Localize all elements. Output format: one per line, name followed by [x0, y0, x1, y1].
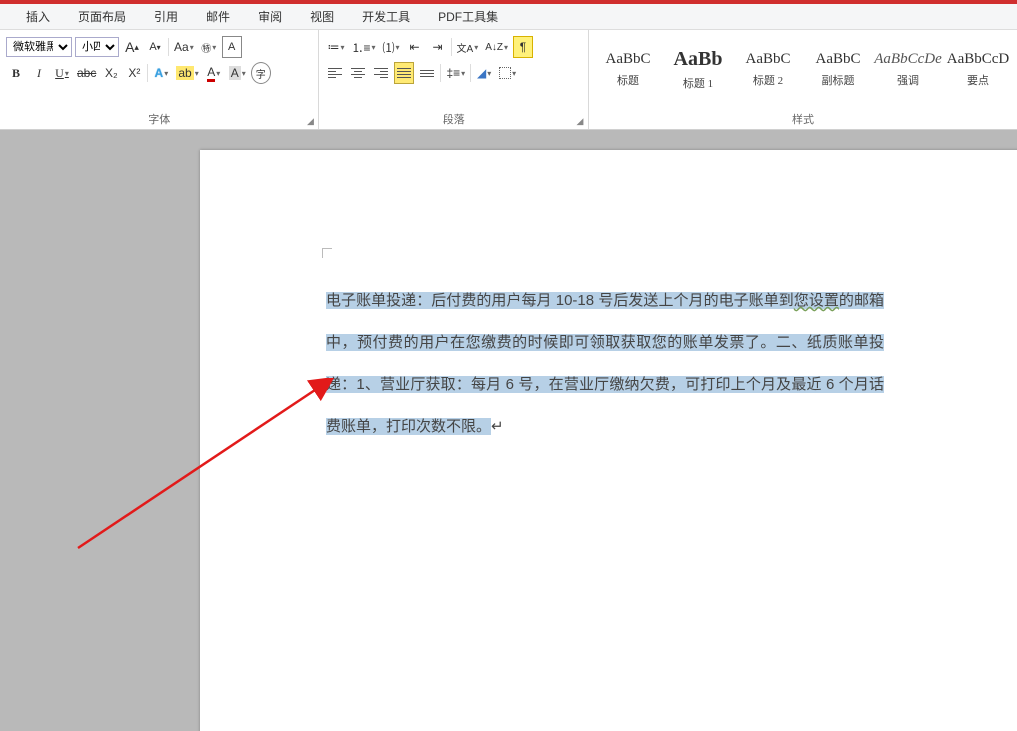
menu-mailings[interactable]: 邮件 [192, 4, 244, 29]
menu-review[interactable]: 审阅 [244, 4, 296, 29]
line-spacing-icon: ‡≡ [446, 66, 460, 80]
style-emphasis[interactable]: AaBbCcDe 强调 [875, 39, 941, 99]
ribbon: 微软雅黑 小四 A▴ A▾ Aa ㊕ A B I U abc X₂ X² [0, 30, 1017, 130]
align-right-icon [374, 68, 388, 78]
menu-page-layout[interactable]: 页面布局 [64, 4, 140, 29]
font-family-select[interactable]: 微软雅黑 [6, 37, 72, 57]
text-direction-button[interactable]: 文A [455, 36, 481, 58]
align-left-icon [328, 68, 342, 78]
style-points[interactable]: AaBbCcD 要点 [945, 39, 1011, 99]
distribute-icon [420, 70, 434, 77]
italic-button[interactable]: I [29, 62, 49, 84]
style-heading-2[interactable]: AaBbC 标题 2 [735, 39, 801, 99]
menu-insert[interactable]: 插入 [12, 4, 64, 29]
outdent-icon: ⇤ [410, 40, 420, 54]
font-group-label: 字体 [6, 111, 312, 127]
underline-button[interactable]: U [52, 62, 72, 84]
multilevel-icon: ⑴ [383, 39, 395, 56]
show-marks-button[interactable]: ¶ [513, 36, 533, 58]
align-justify-icon [397, 68, 411, 78]
align-center-button[interactable] [348, 62, 368, 84]
style-heading-1[interactable]: AaBb 标题 1 [665, 39, 731, 99]
character-shading-button[interactable]: A [227, 62, 248, 84]
character-border-button[interactable]: A [222, 36, 242, 58]
menu-references[interactable]: 引用 [140, 4, 192, 29]
line-spacing-button[interactable]: ‡≡ [444, 62, 467, 84]
document-body-text[interactable]: 电子账单投递：后付费的用户每月 10-18 号后发送上个月的电子账单到您设置的邮… [326, 280, 884, 448]
decrease-font-button[interactable]: A▾ [145, 36, 165, 58]
highlight-color-button[interactable]: ab [174, 62, 200, 84]
superscript-button[interactable]: X² [124, 62, 144, 84]
styles-gallery: AaBbC 标题 AaBb 标题 1 AaBbC 标题 2 AaBbC 副标题 … [595, 34, 1011, 104]
selected-text-line1b-wavy: 您设置 [794, 292, 839, 309]
ribbon-group-font: 微软雅黑 小四 A▴ A▾ Aa ㊕ A B I U abc X₂ X² [0, 30, 319, 129]
document-workspace: 电子账单投递：后付费的用户每月 10-18 号后发送上个月的电子账单到您设置的邮… [0, 130, 1017, 731]
align-justify-button[interactable] [394, 62, 414, 84]
borders-button[interactable] [497, 62, 518, 84]
menu-developer[interactable]: 开发工具 [348, 4, 424, 29]
bullets-button[interactable]: ≔ [325, 36, 346, 58]
increase-font-button[interactable]: A▴ [122, 36, 142, 58]
distribute-button[interactable] [417, 62, 437, 84]
font-dialog-launcher[interactable]: ◢ [304, 115, 316, 127]
paragraph-mark: ↵ [491, 418, 504, 435]
enclose-character-button[interactable]: 字 [251, 62, 271, 84]
strikethrough-button[interactable]: abc [75, 62, 98, 84]
pilcrow-icon: ¶ [520, 40, 526, 54]
margin-guide-left [322, 248, 332, 258]
subscript-button[interactable]: X₂ [101, 62, 121, 84]
align-left-button[interactable] [325, 62, 345, 84]
ribbon-group-paragraph: ≔ ⒈≡ ⑴ ⇤ ⇥ 文A A↓Z ¶ ‡≡ ◢ [319, 30, 589, 129]
increase-indent-button[interactable]: ⇥ [428, 36, 448, 58]
style-subtitle[interactable]: AaBbC 副标题 [805, 39, 871, 99]
shading-button[interactable]: ◢ [474, 62, 494, 84]
menu-pdf-tools[interactable]: PDF工具集 [424, 4, 512, 29]
menu-bar: 插入 页面布局 引用 邮件 审阅 视图 开发工具 PDF工具集 [0, 4, 1017, 30]
document-page[interactable]: 电子账单投递：后付费的用户每月 10-18 号后发送上个月的电子账单到您设置的邮… [200, 150, 1017, 731]
indent-icon: ⇥ [433, 40, 443, 54]
ribbon-group-styles: AaBbC 标题 AaBb 标题 1 AaBbC 标题 2 AaBbC 副标题 … [589, 30, 1017, 129]
align-right-button[interactable] [371, 62, 391, 84]
border-icon [499, 67, 511, 79]
sort-icon: A↓Z [485, 42, 503, 53]
phonetic-guide-button[interactable]: ㊕ [199, 36, 219, 58]
bold-button[interactable]: B [6, 62, 26, 84]
align-center-icon [351, 68, 365, 78]
selected-text-line1a: 电子账单投递：后付费的用户每月 10-18 号后发送上个月的电子账单到 [326, 292, 794, 309]
paragraph-group-label: 段落 [325, 111, 582, 127]
style-heading[interactable]: AaBbC 标题 [595, 39, 661, 99]
numbering-button[interactable]: ⒈≡ [349, 36, 377, 58]
menu-view[interactable]: 视图 [296, 4, 348, 29]
font-color-button[interactable]: A [204, 62, 224, 84]
numbering-icon: ⒈≡ [351, 39, 370, 56]
paint-bucket-icon: ◢ [477, 66, 486, 80]
font-size-select[interactable]: 小四 [75, 37, 119, 57]
styles-group-label: 样式 [595, 111, 1011, 127]
text-effects-button[interactable]: A [151, 62, 171, 84]
bullets-icon: ≔ [327, 40, 339, 54]
sort-button[interactable]: A↓Z [483, 36, 510, 58]
change-case-button[interactable]: Aa [172, 36, 196, 58]
paragraph-dialog-launcher[interactable]: ◢ [574, 115, 586, 127]
multilevel-list-button[interactable]: ⑴ [381, 36, 402, 58]
decrease-indent-button[interactable]: ⇤ [405, 36, 425, 58]
